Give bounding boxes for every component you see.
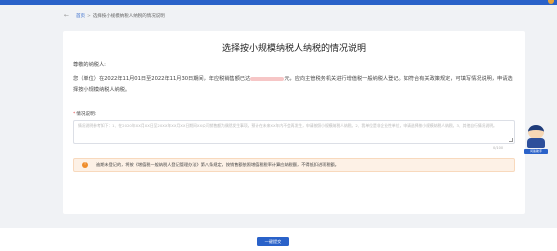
breadcrumb: ← 首页 > 选择按小规模纳税人纳税的情况说明 — [64, 11, 165, 21]
assistant-label: 问答助手 — [524, 149, 548, 154]
explanation-paragraph: 您（单位）在2022年11月01日至2022年11月30日期间，年应税销售额已达… — [73, 74, 513, 96]
paragraph-part1: 您（单位）在2022年11月01日至2022年11月30日期间，年应税销售额已达 — [73, 76, 251, 82]
redacted-amount — [250, 76, 285, 81]
main-card: 选择按小规模纳税人纳税的情况说明 尊敬的纳税人: 您（单位）在2022年11月0… — [63, 31, 525, 214]
char-count: 0/100 — [493, 146, 504, 150]
breadcrumb-separator: > — [87, 13, 91, 19]
breadcrumb-home-link[interactable]: 首页 — [76, 13, 85, 19]
salutation-text: 尊敬的纳税人: — [73, 62, 106, 68]
footer-bar: 一键提交 — [0, 228, 557, 251]
mascot-head-icon — [528, 125, 544, 139]
resize-handle-icon[interactable] — [509, 138, 513, 142]
textarea-placeholder: 情况说明参考如下：1、在2020年XX月XX日至20XX年XX月XX日期间XX公… — [78, 123, 497, 128]
assistant-mascot[interactable]: 问答助手 — [524, 125, 548, 155]
page-title: 选择按小规模纳税人纳税的情况说明 — [221, 44, 366, 54]
situation-field-label: *情况说明: — [73, 111, 96, 117]
situation-textarea[interactable]: 情况说明参考如下：1、在2020年XX月XX日至20XX年XX月XX日期间XX公… — [73, 120, 515, 144]
mascot-body-icon — [527, 138, 545, 148]
warning-notice: ! 逾期未登记的，将按《增值税一般纳税人登记管理办法》第八条规定，按销售额依照增… — [73, 158, 515, 172]
top-header-bar — [0, 0, 557, 5]
user-avatar[interactable] — [548, 0, 554, 4]
situation-label-text: 情况说明: — [76, 112, 97, 117]
required-mark: * — [73, 112, 76, 117]
breadcrumb-current: 选择按小规模纳税人纳税的情况说明 — [92, 14, 165, 19]
back-arrow-icon[interactable]: ← — [64, 13, 69, 19]
submit-button[interactable]: 一键提交 — [257, 237, 289, 246]
info-icon: ! — [82, 162, 88, 168]
notice-text: 逾期未登记的，将按《增值税一般纳税人登记管理办法》第八条规定，按销售额依照增值税… — [96, 162, 339, 167]
